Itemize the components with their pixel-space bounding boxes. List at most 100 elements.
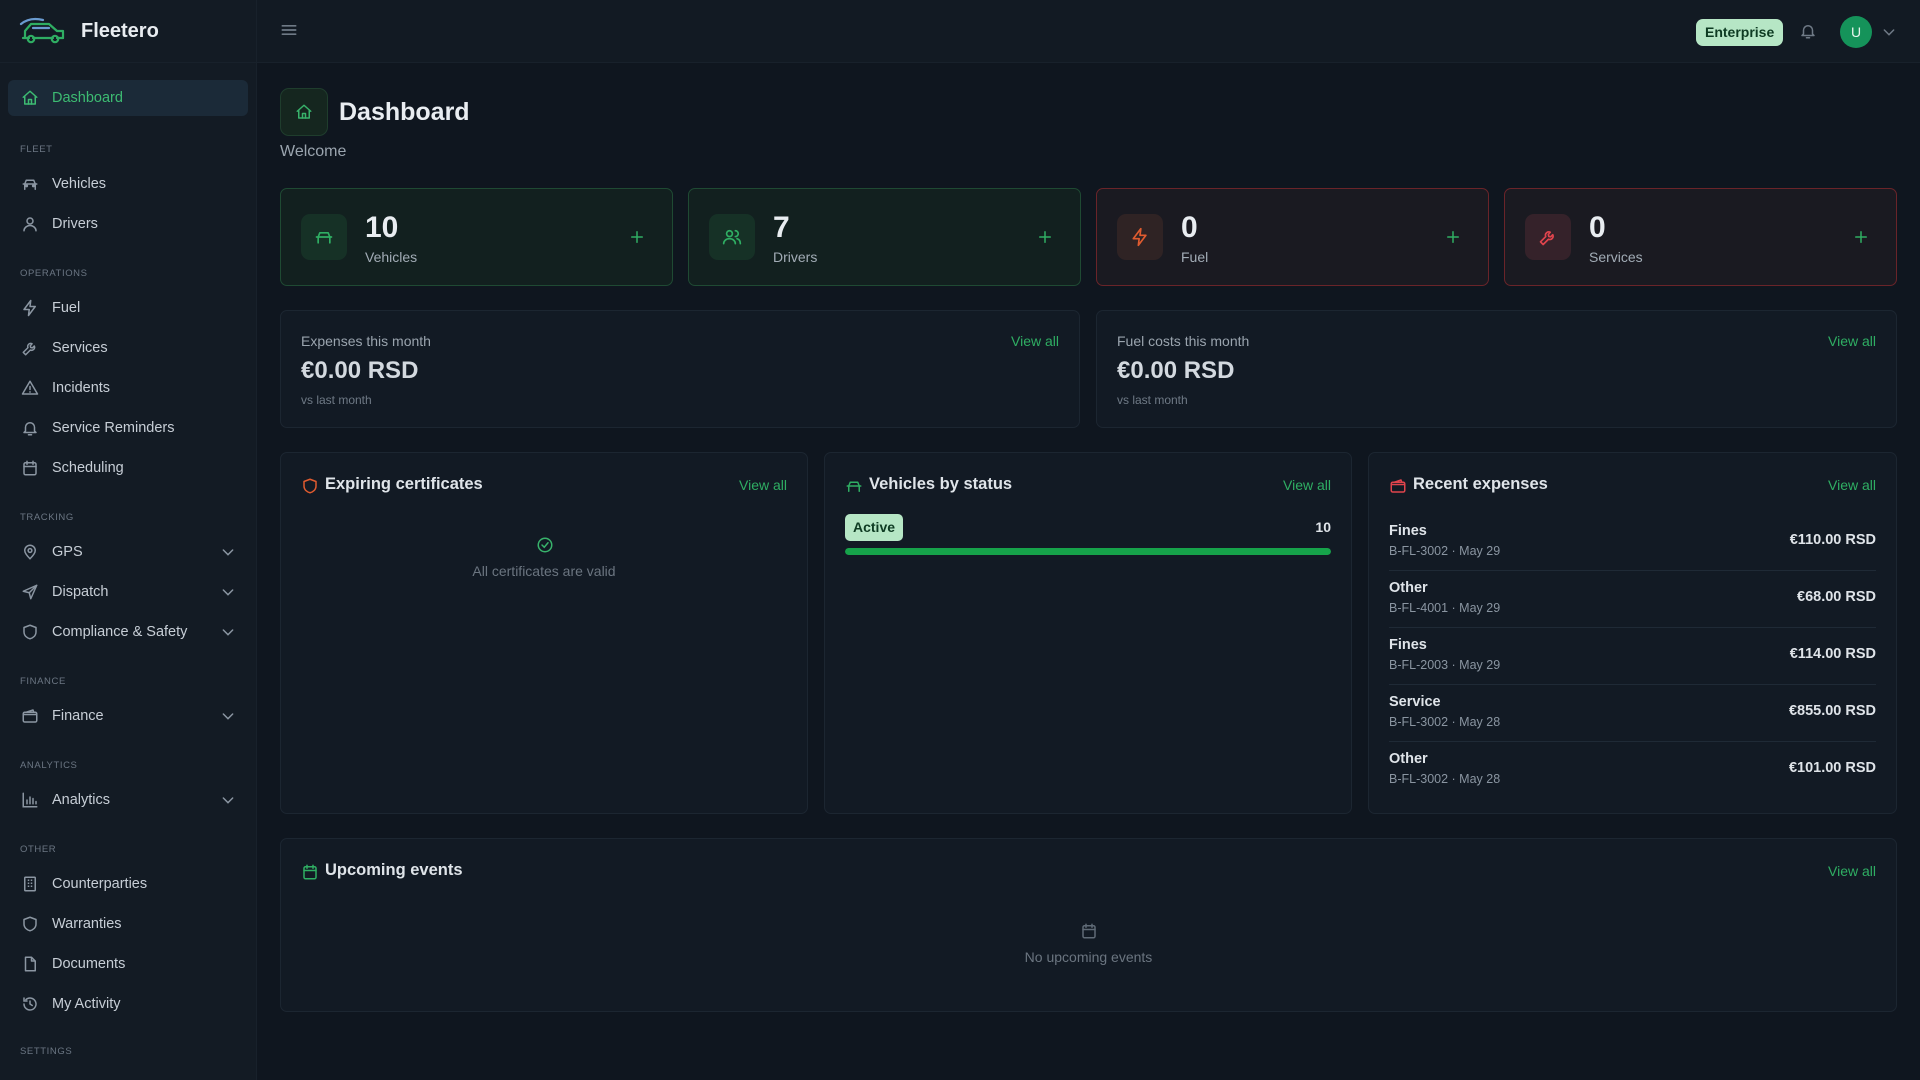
calendar-icon: [301, 863, 319, 881]
sidebar-item-incidents[interactable]: Incidents: [8, 370, 248, 406]
sidebar-item-label: Services: [52, 340, 108, 356]
expense-category: Service: [1389, 694, 1441, 710]
users-icon: [709, 214, 755, 260]
expense-category: Other: [1389, 580, 1428, 596]
expense-amount: €114.00 RSD: [1789, 646, 1876, 662]
sidebar-item-dispatch[interactable]: Dispatch: [8, 574, 248, 610]
warning-icon: [21, 379, 39, 397]
chevron-down-icon[interactable]: [220, 708, 236, 724]
expense-row[interactable]: Fines B-FL-2003 · May 29 €114.00 RSD: [1389, 628, 1876, 685]
chevron-down-icon[interactable]: [220, 624, 236, 640]
expense-row[interactable]: Service B-FL-3002 · May 28 €855.00 RSD: [1389, 685, 1876, 742]
map-pin-icon: [21, 543, 39, 561]
sidebar-item-fuel[interactable]: Fuel: [8, 290, 248, 326]
section-label-settings: SETTINGS: [20, 1046, 73, 1057]
stat-card-vehicles[interactable]: 10 Vehicles: [280, 188, 673, 286]
plan-badge: Enterprise: [1696, 19, 1784, 46]
sidebar-item-label: Incidents: [52, 380, 111, 396]
card-label: Expenses this month: [301, 333, 431, 349]
sidebar-item-service-reminders[interactable]: Service Reminders: [8, 410, 248, 446]
file-icon: [21, 955, 39, 973]
sidebar-item-services[interactable]: Services: [8, 330, 248, 366]
plus-icon[interactable]: [1036, 228, 1054, 246]
card-label: Fuel costs this month: [1117, 333, 1250, 349]
sidebar-item-label: Service Reminders: [52, 420, 175, 436]
sidebar-item-documents[interactable]: Documents: [8, 946, 248, 982]
brand[interactable]: Fleetero: [0, 0, 256, 63]
expense-row[interactable]: Fines B-FL-3002 · May 29 €110.00 RSD: [1389, 514, 1876, 571]
sidebar-item-label: Analytics: [52, 792, 111, 808]
plus-icon[interactable]: [628, 228, 646, 246]
plus-icon[interactable]: [1444, 228, 1462, 246]
view-all-link[interactable]: View all: [1828, 863, 1876, 879]
sidebar-item-label: Dashboard: [52, 90, 123, 106]
expense-amount: €855.00 RSD: [1788, 703, 1876, 719]
sidebar-item-analytics[interactable]: Analytics: [8, 782, 248, 818]
bolt-icon: [1117, 214, 1163, 260]
calendar-icon: [1080, 922, 1098, 940]
expense-category: Fines: [1389, 523, 1427, 539]
avatar[interactable]: U: [1840, 16, 1872, 48]
sidebar-item-label: Finance: [52, 708, 104, 724]
sidebar-item-gps[interactable]: GPS: [8, 534, 248, 570]
sidebar-item-dashboard[interactable]: Dashboard: [8, 80, 248, 116]
expense-amount: €68.00 RSD: [1797, 589, 1876, 605]
sidebar-item-drivers[interactable]: Drivers: [8, 206, 248, 242]
view-all-link[interactable]: View all: [739, 477, 787, 493]
sidebar: Fleetero Dashboard FLEET Vehicles Driver…: [0, 0, 257, 1080]
stat-label: Fuel: [1181, 249, 1209, 265]
chevron-down-icon[interactable]: [220, 584, 236, 600]
sidebar-item-label: Counterparties: [52, 876, 148, 892]
recent-expenses-card: Recent expenses View all Fines B-FL-3002…: [1368, 452, 1897, 814]
history-icon: [21, 995, 39, 1013]
expense-row[interactable]: Other B-FL-3002 · May 28 €101.00 RSD: [1389, 742, 1876, 799]
shield-icon: [21, 915, 39, 933]
sidebar-item-warranties[interactable]: Warranties: [8, 906, 248, 942]
expense-row[interactable]: Other B-FL-4001 · May 29 €68.00 RSD: [1389, 571, 1876, 628]
chevron-down-icon[interactable]: [1881, 24, 1897, 40]
stat-card-fuel[interactable]: 0 Fuel: [1096, 188, 1489, 286]
view-all-link[interactable]: View all: [1828, 333, 1876, 349]
stat-value: 7: [773, 211, 790, 244]
expenses-amount: €0.00 RSD: [301, 357, 419, 384]
fuel-month-card: Fuel costs this month €0.00 RSD vs last …: [1096, 310, 1897, 428]
expense-meta: B-FL-2003 · May 29: [1389, 658, 1501, 672]
vehicles-status-card: Vehicles by status View all Active 10: [824, 452, 1352, 814]
sidebar-item-compliance-safety[interactable]: Compliance & Safety: [8, 614, 248, 650]
bell-icon[interactable]: [1799, 22, 1817, 40]
home-icon: [295, 103, 313, 121]
status-progress-fill: [845, 548, 1331, 555]
card-title: Vehicles by status: [869, 475, 1013, 493]
view-all-link[interactable]: View all: [1283, 477, 1331, 493]
sidebar-item-counterparties[interactable]: Counterparties: [8, 866, 248, 902]
section-label-analytics: ANALYTICS: [20, 760, 78, 771]
view-all-link[interactable]: View all: [1828, 477, 1876, 493]
card-title: Expiring certificates: [325, 475, 483, 493]
menu-icon[interactable]: [279, 20, 299, 40]
expense-category: Fines: [1389, 637, 1427, 653]
sidebar-item-vehicles[interactable]: Vehicles: [8, 166, 248, 202]
sidebar-item-finance[interactable]: Finance: [8, 698, 248, 734]
empty-state-text: No upcoming events: [1024, 949, 1153, 965]
plus-icon[interactable]: [1852, 228, 1870, 246]
stat-card-services[interactable]: 0 Services: [1504, 188, 1897, 286]
chevron-down-icon[interactable]: [220, 544, 236, 560]
sidebar-item-label: GPS: [52, 544, 83, 560]
stat-value: 10: [365, 211, 399, 244]
card-note: vs last month: [1117, 393, 1188, 407]
chevron-down-icon[interactable]: [220, 792, 236, 808]
view-all-link[interactable]: View all: [1011, 333, 1059, 349]
sidebar-item-scheduling[interactable]: Scheduling: [8, 450, 248, 486]
sidebar-item-my-activity[interactable]: My Activity: [8, 986, 248, 1022]
car-icon: [21, 175, 39, 193]
expense-meta: B-FL-4001 · May 29: [1389, 601, 1501, 615]
stat-card-drivers[interactable]: 7 Drivers: [688, 188, 1081, 286]
app-name: Fleetero: [81, 19, 159, 42]
topbar: Enterprise U: [257, 0, 1920, 63]
card-title: Upcoming events: [325, 861, 463, 879]
wallet-icon: [21, 707, 39, 725]
stat-label: Vehicles: [365, 249, 418, 265]
shield-icon: [301, 477, 319, 495]
section-label-finance: FINANCE: [20, 676, 66, 687]
section-label-fleet: FLEET: [20, 144, 53, 155]
